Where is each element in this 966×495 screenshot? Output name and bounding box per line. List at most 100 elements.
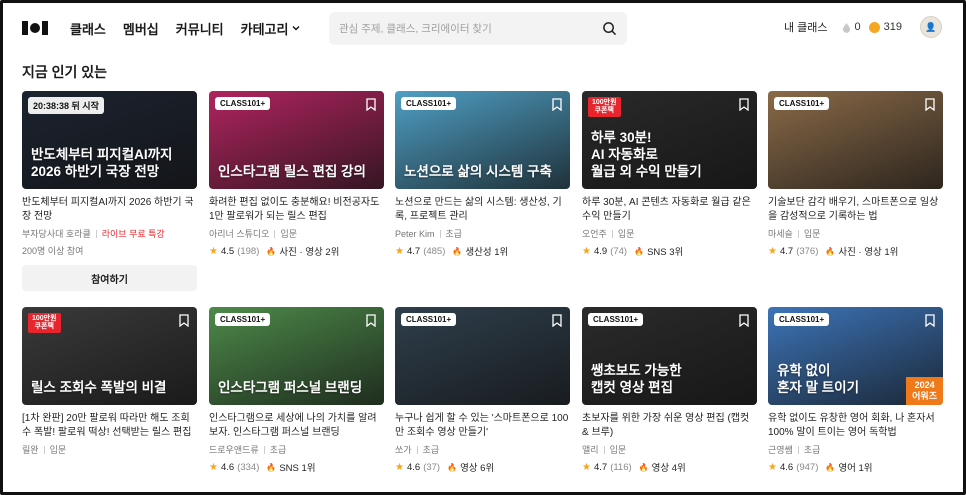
class-card[interactable]: 20:38:38 뒤 시작반도체부터 피지컬AI까지 2026 하반기 국장 전… [22, 91, 197, 291]
class-card[interactable]: 100만원 쿠폰팩하루 30분! AI 자동화로 월급 외 수익 만들기하루 3… [582, 91, 757, 258]
level-label: 초급 [422, 445, 440, 455]
class-thumbnail[interactable]: CLASS101+ 노션으로 삶의 시스템 구축 [395, 91, 570, 189]
header-right: 내 클래스 0 319 👤 [784, 16, 942, 38]
class-title[interactable]: 하루 30분, AI 콘텐츠 자동화로 월급 같은 수익 만들기 [582, 196, 757, 224]
nav-category[interactable]: 카테고리 [241, 19, 302, 38]
meta-divider [43, 445, 45, 454]
nav-membership-label: 멤버십 [122, 21, 159, 37]
star-icon: ★ [209, 245, 218, 257]
class101-plus-badge: CLASS101+ [774, 97, 830, 110]
class-thumbnail[interactable]: 20:38:38 뒤 시작반도체부터 피지컬AI까지 2026 하반기 국장 전… [22, 91, 197, 189]
creator-name[interactable]: 릴완 [22, 443, 39, 456]
rating-row: ★ 4.6 (37) 🔥 영상 6위 [395, 460, 570, 475]
thumbnail-title: 릴스 조회수 폭발의 비결 [31, 380, 167, 396]
avatar[interactable]: 👤 [920, 16, 942, 38]
thumbnail-title: 반도체부터 피지컬AI까지 2026 하반기 국장 전망 [31, 147, 173, 180]
thumbnail-title: 인스타그램 퍼스널 브랜딩 [218, 380, 363, 396]
coin-count: 319 [883, 21, 902, 33]
creator-name[interactable]: 아리너 스튜디오 [209, 227, 269, 240]
nav-community[interactable]: 커뮤니티 [176, 19, 224, 38]
class-title[interactable]: 누구나 쉽게 할 수 있는 '스마트폰으로 100만 조회수 영상 만들기' [395, 412, 570, 440]
my-class-link[interactable]: 내 클래스 [784, 19, 828, 35]
thumbnail-title: 노션으로 삶의 시스템 구축 [404, 164, 552, 180]
creator-name[interactable]: 마세슬 [768, 227, 793, 240]
class-card[interactable]: CLASS101+ 쌩초보도 가능한 캡컷 영상 편집초보자를 위한 가장 쉬운 … [582, 307, 757, 474]
class-title[interactable]: 인스타그램으로 세상에 나의 가치를 알려보자. 인스타그램 퍼스널 브랜딩 [209, 412, 384, 440]
level-label: 입문 [609, 445, 627, 455]
class-title[interactable]: 유학 없이도 유창한 영어 회화, 나 혼자서 100% 말이 트이는 영어 독… [768, 412, 943, 440]
class101-plus-badge: CLASS101+ [401, 97, 457, 110]
class-thumbnail[interactable]: 100만원 쿠폰팩하루 30분! AI 자동화로 월급 외 수익 만들기 [582, 91, 757, 189]
class101-logo[interactable] [22, 20, 50, 36]
class-thumbnail[interactable]: CLASS101+ 2024 어워즈 유학 없이 혼자 말 트이기 [768, 307, 943, 405]
top-header: 클래스 멤버십 커뮤니티 카테고리 내 클래스 0 319 👤 [0, 0, 966, 56]
bookmark-icon[interactable] [366, 98, 376, 111]
point-count: 0 [854, 21, 861, 33]
creator-name[interactable]: 오언주 [582, 227, 607, 240]
class-thumbnail[interactable]: CLASS101+ 인스타그램 퍼스널 브랜딩 [209, 307, 384, 405]
nav-community-label: 커뮤니티 [175, 21, 224, 37]
thumbnail-title: 쌩초보도 가능한 캡컷 영상 편집 [591, 363, 682, 396]
bookmark-icon[interactable] [366, 314, 376, 327]
class-title[interactable]: 초보자를 위한 가장 쉬운 영상 편집 (캡컷 & 브루) [582, 412, 757, 440]
level-label: 입문 [803, 229, 821, 239]
class-thumbnail[interactable]: CLASS101+ [395, 307, 570, 405]
class-thumbnail[interactable]: CLASS101+ 인스타그램 릴스 편집 강의 [209, 91, 384, 189]
nav-class[interactable]: 클래스 [70, 19, 106, 38]
creator-name[interactable]: 근영쌤 [768, 443, 793, 456]
class-title[interactable]: 기술보단 감각 배우기, 스마트폰으로 일상을 감성적으로 기록하는 법 [768, 196, 943, 224]
class-title[interactable]: 화려한 편집 없이도 충분해요! 비전공자도 1만 팔로워가 되는 릴스 편집 [209, 196, 384, 224]
class-meta: 드로우앤드류 초급 [209, 443, 384, 456]
class-info: 하루 30분, AI 콘텐츠 자동화로 월급 같은 수익 만들기 오언주 입문 ★ 4.… [582, 189, 757, 258]
class-card[interactable]: CLASS101+ 2024 어워즈 유학 없이 혼자 말 트이기유학 없이도 유창… [768, 307, 943, 474]
bookmark-icon[interactable] [552, 314, 562, 327]
class-thumbnail[interactable]: 100만원 쿠폰팩릴스 조회수 폭발의 비결 [22, 307, 197, 405]
class-title[interactable]: [1차 완판] 20만 팔로워 따라만 해도 조회수 폭발! 팔로워 떡상! 선… [22, 412, 197, 440]
coupon-badge: 100만원 쿠폰팩 [28, 313, 61, 334]
class-card[interactable]: CLASS101+ 인스타그램 릴스 편집 강의화려한 편집 없이도 충분해요! … [209, 91, 384, 258]
class-card[interactable]: CLASS101+ 기술보단 감각 배우기, 스마트폰으로 일상을 감성적으로 기… [768, 91, 943, 258]
bookmark-icon[interactable] [739, 98, 749, 111]
rank-flame-icon: 🔥 [825, 462, 836, 472]
thumbnail-title: 하루 30분! AI 자동화로 월급 외 수익 만들기 [591, 130, 702, 180]
class-card[interactable]: 100만원 쿠폰팩릴스 조회수 폭발의 비결 [1차 완판] 20만 팔로워 따라… [22, 307, 197, 456]
nav-membership[interactable]: 멤버십 [123, 19, 159, 38]
rank-label: 영상 4위 [651, 463, 686, 474]
rating-value: 4.6 [779, 461, 794, 473]
bookmark-icon[interactable] [552, 98, 562, 111]
nav-class-label: 클래스 [70, 21, 106, 37]
class-card[interactable]: CLASS101+ 누구나 쉽게 할 수 있는 '스마트폰으로 100만 조회수 … [395, 307, 570, 474]
creator-name[interactable]: 쏘가 [395, 443, 412, 456]
point-balance[interactable]: 0 [842, 21, 861, 33]
class-title[interactable]: 노션으로 만드는 삶의 시스템: 생산성, 기록, 프로젝트 관리 [395, 196, 570, 224]
nav-category-label: 카테고리 [240, 21, 289, 37]
start-timer: 20:38:38 뒤 시작 [28, 97, 104, 114]
search-icon[interactable] [602, 21, 617, 36]
meta-divider [611, 229, 613, 238]
bookmark-icon[interactable] [925, 314, 935, 327]
creator-name[interactable]: Peter Kim [395, 229, 435, 239]
creator-name[interactable]: 앨리 [582, 443, 599, 456]
class-card[interactable]: CLASS101+ 인스타그램 퍼스널 브랜딩인스타그램으로 세상에 나의 가치를… [209, 307, 384, 474]
coin-balance[interactable]: 319 [868, 21, 902, 33]
join-button[interactable]: 참여하기 [22, 265, 197, 291]
chevron-down-icon [292, 26, 300, 31]
creator-name[interactable]: 부자당사대 호라클 [22, 227, 91, 240]
bookmark-icon[interactable] [925, 98, 935, 111]
coupon-badge: 100만원 쿠폰팩 [588, 97, 621, 118]
creator-name[interactable]: 드로우앤드류 [209, 443, 259, 456]
bookmark-icon[interactable] [179, 314, 189, 327]
rank-flame-icon: 🔥 [452, 246, 463, 256]
bookmark-icon[interactable] [739, 314, 749, 327]
class-thumbnail[interactable]: CLASS101+ 쌩초보도 가능한 캡컷 영상 편집 [582, 307, 757, 405]
search-bar [329, 12, 627, 45]
class-title[interactable]: 반도체부터 피지컬AI까지 2026 하반기 국장 전망 [22, 196, 197, 224]
class-info: 기술보단 감각 배우기, 스마트폰으로 일상을 감성적으로 기록하는 법마세슬 입… [768, 189, 943, 258]
rating-value: 4.5 [220, 245, 235, 257]
rating-value: 4.7 [406, 245, 421, 257]
search-input[interactable] [339, 22, 602, 35]
class-thumbnail[interactable]: CLASS101+ [768, 91, 943, 189]
class-card[interactable]: CLASS101+ 노션으로 삶의 시스템 구축노션으로 만드는 삶의 시스템: … [395, 91, 570, 258]
rating-value: 4.6 [406, 461, 421, 473]
rank-flame-icon: 🔥 [266, 246, 277, 256]
